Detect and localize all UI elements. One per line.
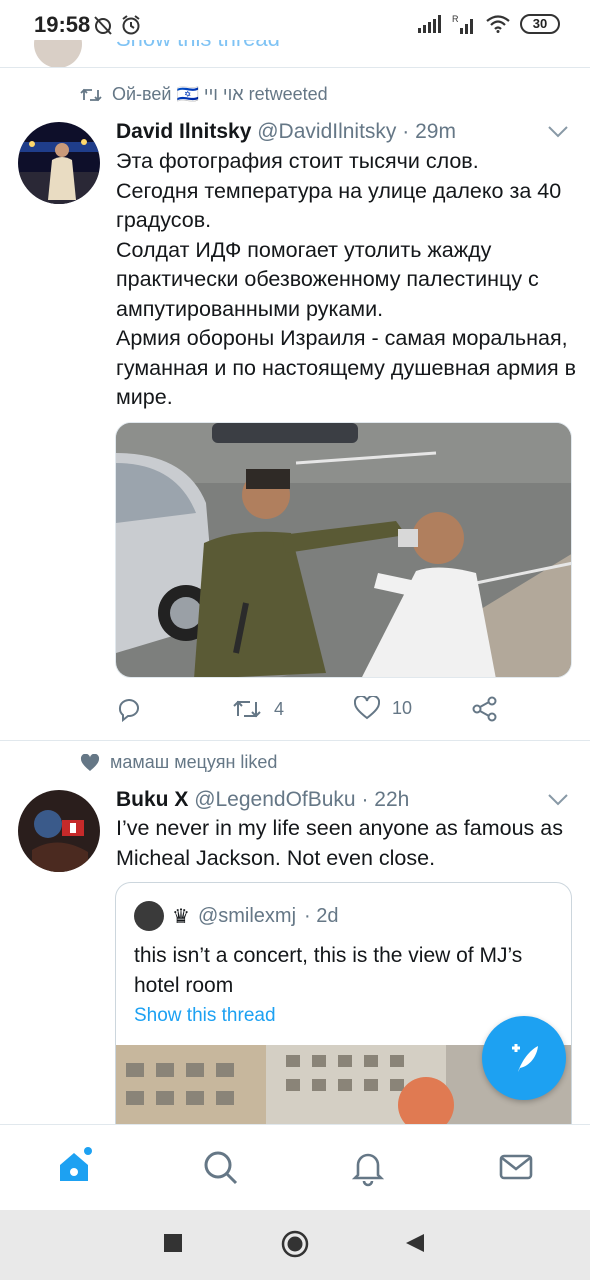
home-circle-icon[interactable]: [281, 1230, 309, 1258]
tweet-photo[interactable]: [115, 422, 572, 678]
display-name[interactable]: David Ilnitsky: [116, 120, 251, 143]
tweet-actions: 4 10: [116, 696, 576, 726]
retweet-context[interactable]: Ой-вей 🇮🇱 אוי ויי retweeted: [80, 84, 328, 105]
system-navigation-bar: [0, 1210, 590, 1280]
signal-icon: [418, 15, 441, 33]
previous-tweet[interactable]: Show this thread: [0, 40, 590, 68]
show-thread-link[interactable]: Show this thread: [116, 40, 280, 52]
tweet-text: I’ve never in my life seen anyone as fam…: [116, 816, 563, 870]
bottom-navigation: [0, 1124, 590, 1210]
svg-text:R: R: [452, 14, 459, 24]
wifi-icon: [486, 15, 510, 33]
avatar[interactable]: [34, 40, 82, 67]
reply-button[interactable]: [116, 696, 142, 722]
alarm-icon: [122, 15, 140, 35]
avatar[interactable]: [18, 122, 100, 204]
home-icon[interactable]: [54, 1147, 94, 1187]
show-thread-link[interactable]: Show this thread: [134, 1005, 276, 1027]
timestamp[interactable]: · 29m: [402, 120, 456, 143]
retweet-icon: [80, 88, 102, 101]
notifications-icon[interactable]: [348, 1147, 388, 1187]
retweet-button[interactable]: 4: [232, 696, 284, 722]
heart-icon: [80, 753, 100, 771]
quoted-timestamp: · 2d: [304, 904, 339, 927]
tweet-header: David Ilnitsky @DavidIlnitsky · 29m: [116, 120, 456, 144]
crown-icon: ♛: [172, 905, 190, 928]
divider: [0, 740, 590, 741]
quoted-handle[interactable]: @smilexmj: [198, 905, 296, 928]
search-icon[interactable]: [200, 1147, 240, 1187]
compose-feather-icon: [512, 1044, 538, 1072]
handle[interactable]: @LegendOfBuku: [194, 788, 355, 811]
quoted-tweet-header: ♛ @smilexmj · 2d: [134, 901, 338, 931]
share-button[interactable]: [472, 696, 498, 722]
like-button[interactable]: 10: [354, 696, 412, 720]
retweet-context-label: Ой-вей 🇮🇱 אוי ויי retweeted: [112, 84, 328, 104]
retweet-count: 4: [274, 698, 285, 719]
chevron-down-icon[interactable]: [548, 794, 568, 806]
handle[interactable]: @DavidIlnitsky: [257, 120, 396, 143]
alarm-off-icon: [94, 16, 112, 35]
retweet-icon: [233, 700, 261, 718]
battery-icon: 30: [520, 14, 560, 34]
quoted-text: this isn’t a concert, this is the view o…: [134, 944, 523, 997]
avatar[interactable]: [134, 901, 164, 931]
back-icon[interactable]: [404, 1232, 426, 1254]
share-icon: [472, 696, 497, 722]
tweet-text: Эта фотография стоит тысячи слов. Сегодн…: [116, 149, 577, 409]
signal-roaming-icon: R: [452, 14, 473, 34]
like-context[interactable]: мамаш мецуян liked: [80, 752, 277, 773]
chevron-down-icon[interactable]: [548, 126, 568, 138]
recents-icon[interactable]: [162, 1232, 184, 1254]
reply-icon: [118, 699, 139, 722]
messages-icon[interactable]: [496, 1147, 536, 1187]
avatar[interactable]: [18, 790, 100, 872]
tweet-header: Buku X @LegendOfBuku · 22h: [116, 788, 409, 812]
timestamp[interactable]: · 22h: [361, 788, 409, 811]
display-name[interactable]: Buku X: [116, 788, 188, 811]
compose-tweet-button[interactable]: [482, 1016, 566, 1100]
status-time: 19:58: [34, 12, 91, 37]
like-context-label: мамаш мецуян liked: [110, 752, 278, 772]
like-icon: [354, 696, 380, 720]
like-count: 10: [392, 697, 413, 718]
